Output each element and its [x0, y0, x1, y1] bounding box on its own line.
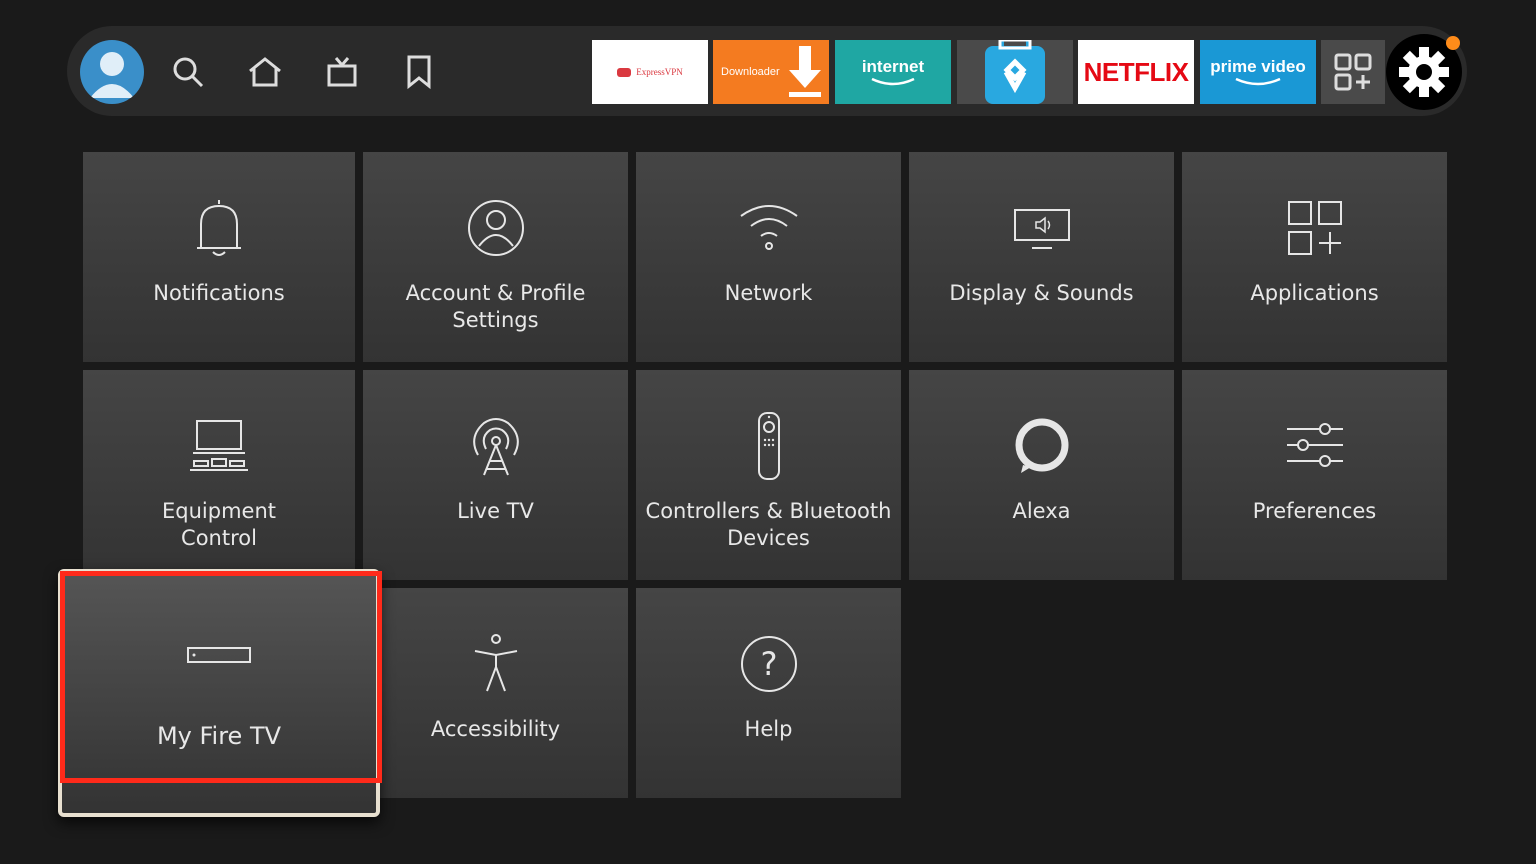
download-arrow-icon — [789, 46, 821, 97]
svg-text:?: ? — [760, 645, 777, 683]
bookmark-icon[interactable] — [397, 50, 441, 94]
tile-live-tv[interactable]: Live TV — [363, 370, 628, 580]
tile-account-profile-settings[interactable]: Account & Profile Settings — [363, 152, 628, 362]
live-tv-icon[interactable] — [320, 50, 364, 94]
tile-my-fire-tv[interactable]: My Fire TV — [58, 569, 382, 817]
app-store-tile[interactable] — [957, 40, 1073, 104]
smile-arrow-icon — [871, 77, 915, 86]
app-expressvpn[interactable]: ExpressVPN — [592, 40, 708, 104]
app-prime-video[interactable]: prime video — [1200, 40, 1316, 104]
home-icon[interactable] — [243, 50, 287, 94]
remote-icon — [636, 410, 901, 482]
display-speaker-icon — [909, 196, 1174, 260]
help-icon: ? — [636, 632, 901, 696]
app-netflix[interactable]: NETFLIX — [1078, 40, 1194, 104]
shopping-bag-icon — [985, 40, 1045, 104]
accessibility-icon — [363, 632, 628, 696]
applications-icon — [1182, 196, 1447, 260]
sliders-icon — [1182, 414, 1447, 478]
person-icon — [363, 196, 628, 260]
bell-icon — [83, 196, 355, 260]
apps-grid-icon[interactable] — [1321, 40, 1385, 104]
equipment-icon — [83, 414, 355, 478]
tile-display-sounds[interactable]: Display & Sounds — [909, 152, 1174, 362]
tile-alexa[interactable]: Alexa — [909, 370, 1174, 580]
tile-network[interactable]: Network — [636, 152, 901, 362]
tile-accessibility[interactable]: Accessibility — [363, 588, 628, 798]
expressvpn-logo-icon — [617, 67, 632, 77]
app-downloader[interactable]: Downloader — [713, 40, 829, 104]
tile-preferences[interactable]: Preferences — [1182, 370, 1447, 580]
tile-applications[interactable]: Applications — [1182, 152, 1447, 362]
avatar-icon[interactable] — [80, 40, 144, 104]
tile-equipment-control[interactable]: Equipment Control — [83, 370, 355, 580]
notification-dot — [1446, 36, 1460, 50]
tile-controllers-bluetooth[interactable]: Controllers & Bluetooth Devices — [636, 370, 901, 580]
antenna-icon — [363, 414, 628, 478]
wifi-icon — [636, 196, 901, 260]
tile-notifications[interactable]: Notifications — [83, 152, 355, 362]
search-icon[interactable] — [166, 50, 210, 94]
selection-highlight — [60, 571, 382, 783]
alexa-icon — [909, 414, 1174, 478]
smile-arrow-icon — [1235, 77, 1281, 86]
app-internet[interactable]: internet — [835, 40, 951, 104]
tile-help[interactable]: ? Help — [636, 588, 901, 798]
